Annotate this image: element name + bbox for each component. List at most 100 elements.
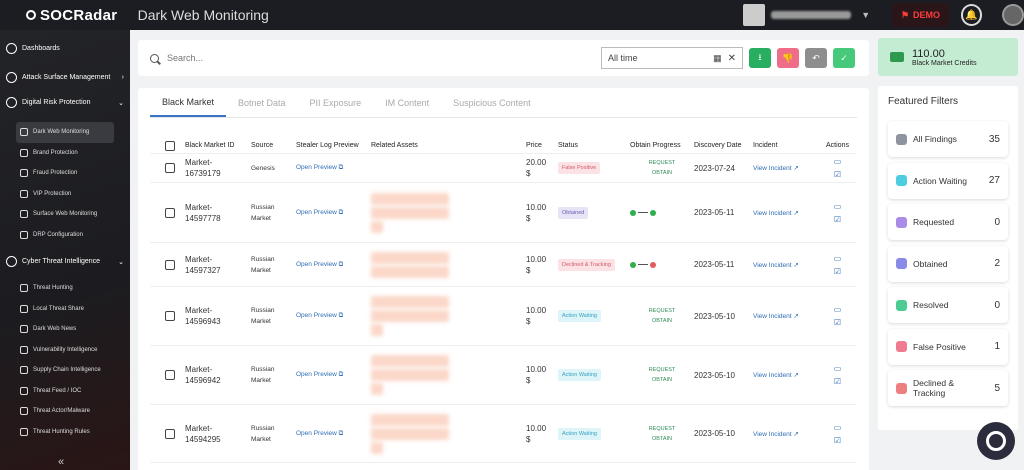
comment-icon[interactable]: ▭ (834, 202, 842, 211)
close-icon[interactable]: ✕ (728, 53, 736, 64)
table-row[interactable]: Market- 14597778 Russian Market Open Previ… (150, 183, 856, 243)
sidebar-item-threat-hunting[interactable]: Threat Hunting (16, 278, 114, 299)
table-row[interactable]: Market- 16739179 Genesis Open Preview ⧉ 2… (150, 154, 856, 183)
checklist-icon[interactable]: ☑ (834, 267, 841, 276)
status-badge: Action Waiting (558, 310, 601, 322)
profile-avatar[interactable] (1002, 4, 1024, 26)
calendar-icon[interactable]: ▦ (713, 53, 722, 64)
sidebar-item-supply-chain[interactable]: Supply Chain Intelligence (16, 360, 114, 381)
sidebar-item-threat-actor[interactable]: Threat Actor/Malware (16, 401, 114, 422)
main-content: All time ▦ ✕ ⭳ 👎 ↶ ✓ Black Market Botnet… (138, 40, 869, 470)
row-checkbox[interactable] (165, 207, 175, 218)
comment-icon[interactable]: ▭ (834, 305, 842, 314)
sidebar-item-drp[interactable]: Digital Risk Protection ⌄ (0, 92, 130, 113)
tab-botnet-data[interactable]: Botnet Data (226, 88, 298, 117)
checklist-icon[interactable]: ☑ (834, 170, 841, 179)
asm-icon (6, 72, 17, 83)
sidebar-item-dark-web-monitoring[interactable]: Dark Web Monitoring (16, 122, 114, 143)
checklist-icon[interactable]: ☑ (834, 377, 841, 386)
col-header: Obtain Progress (630, 142, 681, 149)
row-checkbox[interactable] (165, 428, 175, 439)
tab-suspicious-content[interactable]: Suspicious Content (441, 88, 543, 117)
sidebar-item-cti[interactable]: Cyber Threat Intelligence ⌄ (0, 251, 130, 272)
discovery-date: 2023-05-10 (694, 311, 735, 321)
comment-icon[interactable]: ▭ (834, 157, 842, 166)
source: Russian (251, 366, 275, 373)
view-incident-link[interactable]: View Incident ↗ (753, 312, 819, 320)
table-row[interactable]: Market- 14597327 Russian Market Open Previ… (150, 243, 856, 287)
sidebar-item-vip-protection[interactable]: VIP Protection (16, 184, 114, 205)
sidebar-item-dashboards[interactable]: Dashboards (0, 38, 130, 59)
filter-resolved[interactable]: Resolved 0 (888, 287, 1008, 323)
demo-button[interactable]: ⚑ DEMO (892, 3, 949, 27)
filter-obtained[interactable]: Obtained 2 (888, 246, 1008, 282)
row-checkbox[interactable] (165, 370, 175, 380)
sidebar-item-local-threat-share[interactable]: Local Threat Share (16, 299, 114, 320)
undo-button[interactable]: ↶ (805, 48, 827, 68)
search-icon (20, 284, 28, 293)
table-row[interactable]: Market- 14594295 Russian Market Open Previ… (150, 405, 856, 463)
open-preview-link[interactable]: Open Preview ⧉ (296, 430, 371, 438)
tab-black-market[interactable]: Black Market (150, 88, 227, 117)
date-range-field[interactable]: All time ▦ ✕ (601, 47, 743, 69)
open-preview-link[interactable]: Open Preview ⧉ (296, 371, 371, 379)
search-input[interactable] (167, 53, 587, 63)
tab-bar: Black Market Botnet Data PII Exposure IM… (150, 88, 857, 118)
market-id: Market- (185, 306, 213, 315)
sidebar-item-fraud-protection[interactable]: Fraud Protection (16, 163, 114, 184)
user-menu[interactable]: ▼ (743, 4, 870, 26)
open-preview-link[interactable]: Open Preview ⧉ (296, 209, 371, 217)
request-obtain-button[interactable]: REQUEST OBTAIN (630, 158, 694, 178)
dislike-button[interactable]: 👎 (777, 48, 799, 68)
row-checkbox[interactable] (165, 311, 175, 321)
filter-requested[interactable]: Requested 0 (888, 204, 1008, 240)
comment-icon[interactable]: ▭ (834, 423, 842, 432)
sidebar-item-drp-config[interactable]: DRP Configuration (16, 225, 114, 246)
price: 10.00 (526, 254, 547, 264)
select-all-checkbox[interactable] (150, 140, 185, 151)
filter-action-waiting[interactable]: Action Waiting 27 (888, 163, 1008, 199)
price: 10.00 (526, 306, 547, 315)
checklist-icon[interactable]: ☑ (834, 436, 841, 445)
sidebar-item-brand-protection[interactable]: Brand Protection (16, 143, 114, 164)
col-header: Related Assets (371, 142, 418, 149)
resolve-button[interactable]: ✓ (833, 48, 855, 68)
view-incident-link[interactable]: View Incident ↗ (753, 430, 819, 438)
open-preview-link[interactable]: Open Preview ⧉ (296, 261, 371, 269)
username-redacted (771, 11, 852, 19)
tab-pii-exposure[interactable]: PII Exposure (298, 88, 374, 117)
logo[interactable]: SOCRadar (0, 7, 128, 24)
sidebar-item-asm[interactable]: Attack Surface Management › (0, 67, 130, 88)
comment-icon[interactable]: ▭ (834, 364, 842, 373)
filter-declined-tracking[interactable]: Declined & Tracking 5 (888, 370, 1008, 406)
sidebar-item-surface-web[interactable]: Surface Web Monitoring (16, 204, 114, 225)
collapse-sidebar-icon[interactable]: « (58, 456, 64, 468)
sidebar-item-hunting-rules[interactable]: Threat Hunting Rules (16, 422, 114, 443)
download-button[interactable]: ⭳ (749, 48, 771, 68)
sidebar-item-vuln-intel[interactable]: Vulnerability Intelligence (16, 340, 114, 361)
view-incident-link[interactable]: View Incident ↗ (753, 371, 819, 379)
view-incident-link[interactable]: View Incident ↗ (753, 209, 819, 217)
view-incident-link[interactable]: View Incident ↗ (753, 164, 819, 172)
filter-all-findings[interactable]: All Findings 35 (888, 121, 1008, 157)
open-preview-link[interactable]: Open Preview ⧉ (296, 164, 371, 172)
support-lifebuoy-icon[interactable] (977, 422, 1015, 460)
comment-icon[interactable]: ▭ (834, 254, 842, 263)
table-row[interactable]: Market- 14596942 Russian Market Open Previ… (150, 346, 856, 405)
sidebar-item-dark-web-news[interactable]: Dark Web News (16, 319, 114, 340)
sidebar-item-threat-feed[interactable]: Threat Feed / IOC (16, 381, 114, 402)
external-link-icon: ↗ (793, 372, 799, 379)
row-checkbox[interactable] (165, 163, 175, 173)
row-checkbox[interactable] (165, 259, 175, 270)
checklist-icon[interactable]: ☑ (834, 318, 841, 327)
checklist-icon[interactable]: ☑ (834, 215, 841, 224)
view-incident-link[interactable]: View Incident ↗ (753, 261, 819, 269)
request-obtain-button[interactable]: REQUEST OBTAIN (630, 306, 694, 326)
filter-false-positive[interactable]: False Positive 1 (888, 329, 1008, 365)
request-obtain-button[interactable]: REQUEST OBTAIN (630, 424, 694, 444)
table-row[interactable]: Market- 14596943 Russian Market Open Previ… (150, 287, 856, 346)
open-preview-link[interactable]: Open Preview ⧉ (296, 312, 371, 320)
request-obtain-button[interactable]: REQUEST OBTAIN (630, 365, 694, 385)
notification-icon[interactable]: 🔔 (960, 4, 983, 26)
tab-im-content[interactable]: IM Content (373, 88, 441, 117)
